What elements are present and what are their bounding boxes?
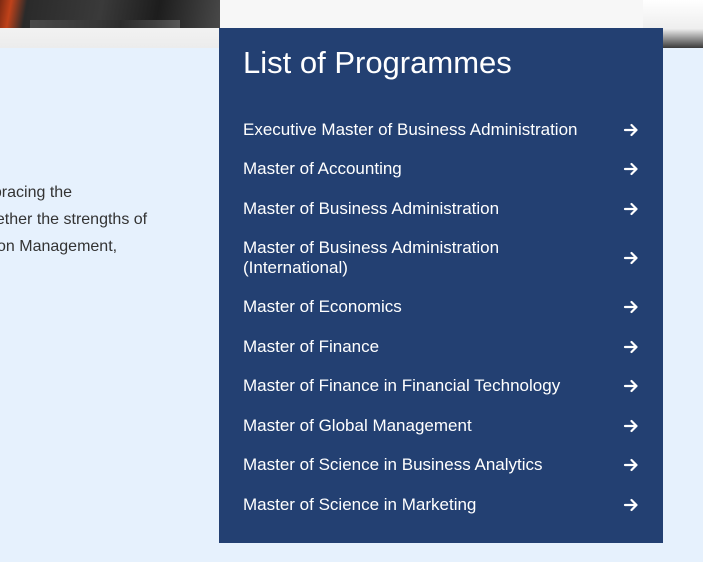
- programme-link[interactable]: Master of Economics: [243, 288, 639, 328]
- arrow-right-icon[interactable]: [623, 161, 639, 177]
- arrow-right-icon[interactable]: [623, 299, 639, 315]
- programme-link[interactable]: Executive Master of Business Administrat…: [243, 110, 639, 150]
- programme-link[interactable]: Master of Finance in Financial Technolog…: [243, 367, 639, 407]
- programme-link[interactable]: Master of Global Management: [243, 406, 639, 446]
- intro-line: on Management,: [0, 238, 118, 255]
- arrow-right-icon[interactable]: [623, 457, 639, 473]
- arrow-right-icon[interactable]: [623, 378, 639, 394]
- programme-label[interactable]: Master of Business Administration: [243, 199, 603, 219]
- arrow-right-icon[interactable]: [623, 497, 639, 513]
- programme-label[interactable]: Master of Business Administration (Inter…: [243, 238, 533, 278]
- programme-label[interactable]: Master of Finance: [243, 337, 603, 357]
- programme-label[interactable]: Master of Global Management: [243, 416, 603, 436]
- programme-label[interactable]: Master of Finance in Financial Technolog…: [243, 376, 603, 396]
- programme-label[interactable]: Master of Science in Business Analytics: [243, 455, 603, 475]
- programme-list: Executive Master of Business Administrat…: [243, 110, 639, 525]
- programme-link[interactable]: Master of Business Administration: [243, 189, 639, 229]
- programmes-panel: List of Programmes Executive Master of B…: [219, 28, 663, 543]
- programme-link[interactable]: Master of Science in Marketing: [243, 485, 639, 525]
- arrow-right-icon[interactable]: [623, 201, 639, 217]
- programme-link[interactable]: Master of Business Administration (Inter…: [243, 229, 639, 288]
- programme-label[interactable]: Master of Economics: [243, 297, 603, 317]
- arrow-right-icon[interactable]: [623, 339, 639, 355]
- intro-line: nbracing the: [0, 184, 73, 201]
- programme-link[interactable]: Master of Finance: [243, 327, 639, 367]
- programme-label[interactable]: Master of Accounting: [243, 159, 603, 179]
- programme-link[interactable]: Master of Science in Business Analytics: [243, 446, 639, 486]
- programme-label[interactable]: Master of Science in Marketing: [243, 495, 603, 515]
- arrow-right-icon[interactable]: [623, 418, 639, 434]
- intro-line: gether the strengths of: [0, 211, 148, 228]
- programme-label[interactable]: Executive Master of Business Administrat…: [243, 120, 603, 140]
- panel-title: List of Programmes: [243, 45, 512, 80]
- programme-link[interactable]: Master of Accounting: [243, 150, 639, 190]
- intro-paragraph: nbracing the gether the strengths of on …: [0, 179, 205, 260]
- arrow-right-icon[interactable]: [623, 122, 639, 138]
- arrow-right-icon[interactable]: [623, 250, 639, 266]
